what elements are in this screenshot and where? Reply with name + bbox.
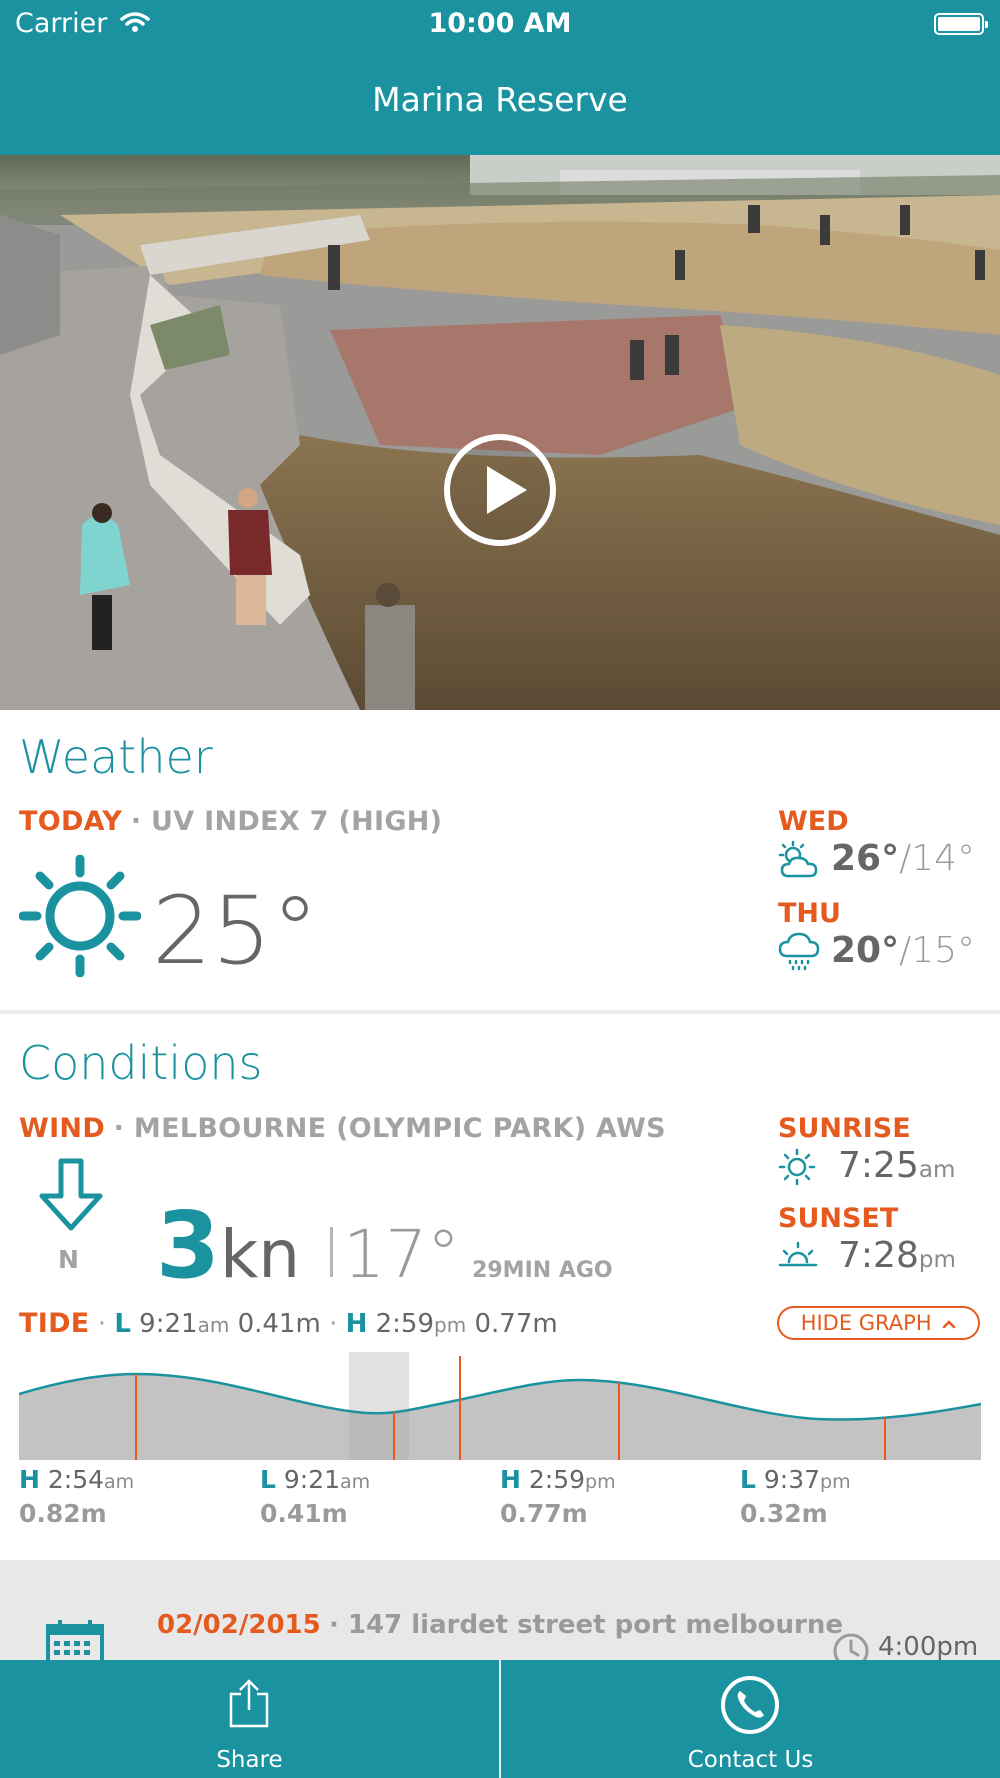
air-temperature: 17° [343, 1216, 461, 1293]
battery-icon [934, 13, 988, 35]
tide-label: TIDE [19, 1308, 90, 1339]
sunset-icon [778, 1241, 818, 1267]
wind-speed-unit: kn [220, 1216, 301, 1293]
station-name: MELBOURNE (OLYMPIC PARK) AWS [133, 1113, 666, 1144]
event-details: 02/02/2015 · 147 liardet street port mel… [157, 1610, 844, 1640]
tide-event-4: L 9:37pm 0.32m [740, 1465, 851, 1528]
sunrise-label: SUNRISE [778, 1113, 911, 1144]
event-time: 4:00pm [878, 1632, 979, 1660]
clock-icon [833, 1633, 869, 1660]
tide-event-3: H 2:59pm 0.77m [500, 1465, 616, 1528]
contact-label: Contact Us [687, 1747, 814, 1773]
today-uv-line: TODAY · UV INDEX 7 (HIGH) [19, 806, 443, 837]
forecast-temp-thu: 20°/15° [831, 930, 976, 971]
sun-icon [19, 855, 141, 977]
hide-graph-button[interactable]: HIDE GRAPH [777, 1306, 980, 1340]
event-date: 02/02/2015 [157, 1610, 321, 1640]
wind-speed-value: 3 [156, 1192, 221, 1299]
chevron-up-icon [943, 1320, 956, 1329]
share-tab[interactable]: Share [0, 1660, 499, 1778]
webcam-video[interactable] [0, 155, 1000, 710]
forecast-day-wed: WED [778, 806, 849, 837]
section-divider [0, 1010, 1000, 1014]
play-icon[interactable] [442, 432, 558, 548]
contact-tab[interactable]: Contact Us [501, 1660, 1000, 1778]
wind-reading: 3kn 17° 29MIN AGO [156, 1200, 613, 1292]
wind-divider [330, 1227, 334, 1277]
tide-event-2: L 9:21am 0.41m [260, 1465, 371, 1528]
wind-arrow-icon [39, 1158, 103, 1231]
tab-bar: Share Contact Us [0, 1660, 1000, 1778]
event-item[interactable]: 02/02/2015 · 147 liardet street port mel… [0, 1560, 1000, 1660]
conditions-title: Conditions [19, 1036, 263, 1090]
phone-icon [721, 1676, 779, 1734]
rain-cloud-icon [778, 932, 820, 971]
clock-label: 10:00 AM [428, 8, 572, 39]
tide-summary: TIDE · L 9:21am 0.41m · H 2:59pm 0.77m [19, 1308, 558, 1339]
sunset-time: 7:28pm [838, 1235, 956, 1276]
share-label: Share [216, 1747, 283, 1773]
sunset-label: SUNSET [778, 1203, 899, 1234]
wind-label: WIND [19, 1113, 106, 1144]
share-icon [229, 1679, 269, 1728]
uv-index-label: UV INDEX 7 (HIGH) [151, 806, 443, 837]
wind-station-line: WIND · MELBOURNE (OLYMPIC PARK) AWS [19, 1113, 666, 1144]
page-title: Marina Reserve [372, 80, 628, 119]
event-address: 147 liardet street port melbourne [347, 1610, 844, 1640]
sunrise-time: 7:25am [838, 1145, 956, 1186]
forecast-day-thu: THU [778, 898, 841, 929]
updated-ago: 29MIN AGO [472, 1258, 613, 1283]
forecast-temp-wed: 26°/14° [831, 838, 976, 879]
current-temperature: 25° [152, 877, 319, 986]
tide-event-1: H 2:54am 0.82m [19, 1465, 135, 1528]
calendar-icon [46, 1620, 104, 1660]
tide-graph [19, 1352, 981, 1460]
sunrise-icon [778, 1148, 816, 1186]
wind-direction: N [58, 1245, 79, 1274]
header: Carrier 10:00 AM Marina Reserve [0, 0, 1000, 155]
weather-title: Weather [19, 730, 213, 784]
today-label: TODAY [19, 806, 123, 837]
partly-cloudy-icon [778, 840, 818, 878]
